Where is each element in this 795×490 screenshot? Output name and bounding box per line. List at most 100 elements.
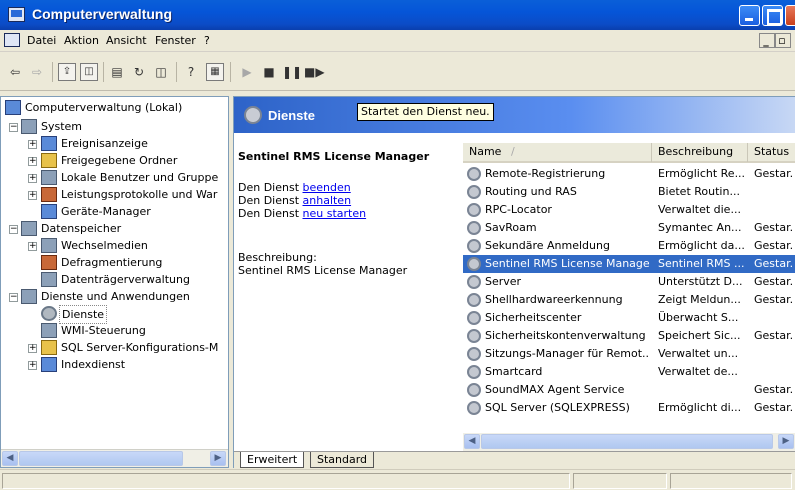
mdi-minimize-button[interactable]: _ <box>759 33 775 48</box>
toolbar-separator <box>52 62 53 82</box>
restart-link[interactable]: neu starten <box>303 207 367 220</box>
list-horizontal-scrollbar[interactable]: ◀ ▶ <box>463 433 795 451</box>
service-gear-icon <box>467 167 481 181</box>
tree-node-freigegebene-ordner[interactable]: Freigegebene Ordner <box>59 152 179 169</box>
help-icon[interactable]: ? <box>182 63 200 81</box>
column-header-name[interactable]: Name / <box>463 143 652 162</box>
stop-service-icon[interactable]: ■ <box>260 63 278 81</box>
service-row[interactable]: SavRoam Symantec An... Gestar. <box>463 219 795 237</box>
expand-icon[interactable]: + <box>28 361 37 370</box>
pause-service-icon[interactable]: ❚❚ <box>282 63 302 81</box>
tree-node-lokale-benutzer[interactable]: Lokale Benutzer und Gruppe <box>59 169 220 186</box>
service-row[interactable]: Sekundäre Anmeldung Ermöglicht da... Gesta… <box>463 237 795 255</box>
scroll-thumb[interactable] <box>481 434 773 449</box>
service-row[interactable]: Sentinel RMS License Manager Sentinel RMS… <box>463 255 795 273</box>
toolbar: ⇦ ⇨ ⇪ ◫ ▤ ↻ ◫ ? ▦ ▶ ■ ❚❚ ■▶ <box>0 53 795 91</box>
expand-icon[interactable]: + <box>28 140 37 149</box>
collapse-icon[interactable]: − <box>9 123 18 132</box>
service-desc: Verwaltet de... <box>658 365 738 378</box>
expand-icon[interactable]: + <box>28 191 37 200</box>
tree-node-datenspeicher[interactable]: Datenspeicher <box>39 220 123 237</box>
export-list-icon[interactable]: ◫ <box>152 63 170 81</box>
tab-erweitert[interactable]: Erweitert <box>240 452 305 468</box>
title-bar[interactable]: Computerverwaltung <box>0 0 795 30</box>
tree-node-wmi-steuerung[interactable]: WMI-Steuerung <box>59 322 148 339</box>
service-row[interactable]: Shellhardwareerkennung Zeigt Meldun... Ges… <box>463 291 795 309</box>
service-desc: Verwaltet un... <box>658 347 739 360</box>
expand-icon[interactable]: + <box>28 242 37 251</box>
tree-node-sql-server-konfiguration[interactable]: SQL Server-Konfigurations-M <box>59 339 220 356</box>
scroll-left-arrow-icon[interactable]: ◀ <box>2 451 18 466</box>
system-menu-icon[interactable] <box>4 33 20 47</box>
pause-link[interactable]: anhalten <box>303 194 352 207</box>
window-title: Computerverwaltung <box>32 6 173 22</box>
service-status: Gestar. <box>754 401 794 414</box>
tree-node-ereignisanzeige[interactable]: Ereignisanzeige <box>59 135 150 152</box>
collapse-icon[interactable]: − <box>9 293 18 302</box>
scroll-right-arrow-icon[interactable]: ▶ <box>778 434 794 449</box>
start-service-icon[interactable]: ▶ <box>238 63 256 81</box>
console-tree-icon[interactable]: ▦ <box>206 63 224 81</box>
menu-aktion[interactable]: Aktion <box>64 34 99 47</box>
refresh-icon[interactable]: ↻ <box>130 63 148 81</box>
menu-help[interactable]: ? <box>204 34 210 47</box>
service-row[interactable]: Server Unterstützt D... Gestar. <box>463 273 795 291</box>
scroll-right-arrow-icon[interactable]: ▶ <box>210 451 226 466</box>
tree-node-leistungsprotokolle[interactable]: Leistungsprotokolle und War <box>59 186 219 203</box>
tree-root[interactable]: Computerverwaltung (Lokal) <box>23 99 184 116</box>
status-cell <box>573 473 667 489</box>
back-arrow-icon[interactable]: ⇦ <box>6 63 24 81</box>
menu-datei[interactable]: Datei <box>27 34 56 47</box>
services-gear-icon <box>41 306 57 321</box>
expand-icon[interactable]: + <box>28 174 37 183</box>
tree-node-datentraegerverwaltung[interactable]: Datenträgerverwaltung <box>59 271 192 288</box>
mdi-restore-button[interactable]: ▫ <box>775 33 791 48</box>
pane-title: Dienste <box>268 108 315 123</box>
up-level-icon[interactable]: ⇪ <box>58 63 76 81</box>
storage-icon <box>21 221 37 236</box>
tree-node-system[interactable]: System <box>39 118 84 135</box>
service-row[interactable]: SoundMAX Agent Service Gestar. <box>463 381 795 399</box>
expand-icon[interactable]: + <box>28 344 37 353</box>
menu-ansicht[interactable]: Ansicht <box>106 34 147 47</box>
restart-service-icon[interactable]: ■▶ <box>304 63 325 81</box>
tree-node-indexdienst[interactable]: Indexdienst <box>59 356 127 373</box>
tree-node-dienste[interactable]: Dienste <box>59 305 108 324</box>
collapse-icon[interactable]: − <box>9 225 18 234</box>
stop-link[interactable]: beenden <box>303 181 351 194</box>
show-hide-tree-icon[interactable]: ◫ <box>80 63 98 81</box>
service-gear-icon <box>467 401 481 415</box>
details-pane: Dienste Sentinel RMS License Manager Den… <box>233 96 795 468</box>
service-name: SoundMAX Agent Service <box>485 383 625 396</box>
minimize-button[interactable] <box>739 5 760 26</box>
tree-node-defragmentierung[interactable]: Defragmentierung <box>59 254 164 271</box>
tree-node-dienste-und-anwendungen[interactable]: Dienste und Anwendungen <box>39 288 192 305</box>
service-row[interactable]: Remote-Registrierung Ermöglicht Re... Gest… <box>463 165 795 183</box>
close-button[interactable] <box>785 5 795 26</box>
service-status: Gestar. <box>754 239 794 252</box>
service-row[interactable]: Sicherheitskontenverwaltung Speichert Sic… <box>463 327 795 345</box>
service-row[interactable]: Sitzungs-Manager für Remot... Verwaltet u… <box>463 345 795 363</box>
service-row[interactable]: Sicherheitscenter Überwacht S... <box>463 309 795 327</box>
service-name: Server <box>485 275 522 288</box>
service-row[interactable]: Smartcard Verwaltet de... <box>463 363 795 381</box>
forward-arrow-icon[interactable]: ⇨ <box>28 63 46 81</box>
service-row[interactable]: SQL Server (SQLEXPRESS) Ermöglicht di... G… <box>463 399 795 417</box>
menu-fenster[interactable]: Fenster <box>155 34 196 47</box>
expand-icon[interactable]: + <box>28 157 37 166</box>
properties-icon[interactable]: ▤ <box>108 63 126 81</box>
tab-standard[interactable]: Standard <box>310 452 375 468</box>
service-title: Sentinel RMS License Manager <box>238 150 430 163</box>
column-header-beschreibung[interactable]: Beschreibung <box>652 143 748 162</box>
column-header-status[interactable]: Status <box>748 143 795 162</box>
tree-node-wechselmedien[interactable]: Wechselmedien <box>59 237 150 254</box>
scroll-left-arrow-icon[interactable]: ◀ <box>464 434 480 449</box>
service-row[interactable]: Routing und RAS Bietet Routin... <box>463 183 795 201</box>
service-gear-icon <box>467 239 481 253</box>
device-manager-icon <box>41 204 57 219</box>
scroll-thumb[interactable] <box>19 451 183 466</box>
maximize-button[interactable] <box>762 5 783 26</box>
service-row[interactable]: RPC-Locator Verwaltet die... <box>463 201 795 219</box>
tree-horizontal-scrollbar[interactable]: ◀ ▶ <box>1 449 228 467</box>
tree-node-geraete-manager[interactable]: Geräte-Manager <box>59 203 153 220</box>
